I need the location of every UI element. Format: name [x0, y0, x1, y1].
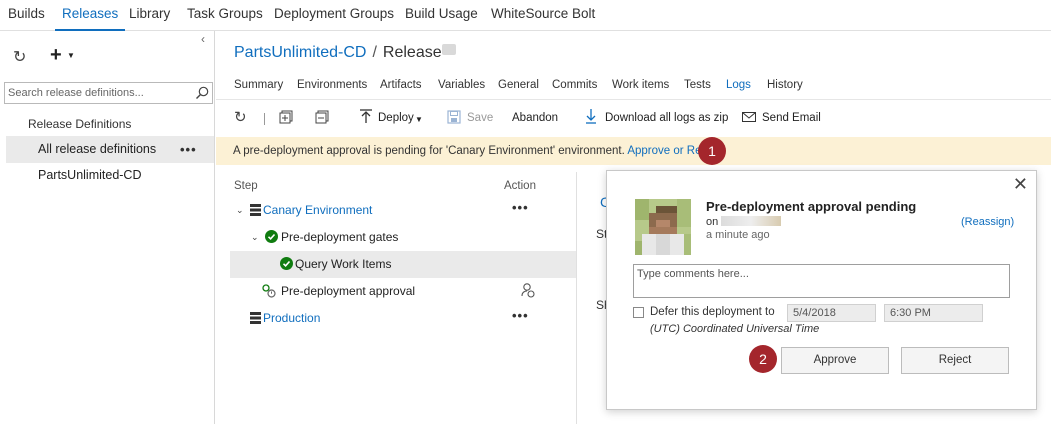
- download-icon[interactable]: [585, 108, 597, 124]
- step-label[interactable]: Production: [263, 311, 320, 325]
- chevron-down-icon[interactable]: ⌄: [251, 232, 259, 243]
- top-nav: Builds Releases Library Task Groups Depl…: [0, 0, 1051, 31]
- defer-label: Defer this deployment to: [650, 306, 775, 318]
- step-production[interactable]: Production •••: [230, 305, 577, 332]
- email-icon[interactable]: [742, 112, 756, 122]
- tab-build-usage[interactable]: Build Usage: [405, 0, 478, 31]
- step-canary-environment[interactable]: ⌄ Canary Environment •••: [230, 197, 577, 224]
- definition-link[interactable]: PartsUnlimited-CD: [234, 44, 366, 61]
- approver-icon[interactable]: [521, 283, 535, 298]
- dialog-title: Pre-deployment approval pending: [706, 199, 917, 214]
- chevron-down-icon[interactable]: ▼: [415, 115, 423, 124]
- request-time: a minute ago: [706, 229, 770, 241]
- approval-dialog: ✕ Pre-deployment approval pending on a m…: [606, 170, 1037, 410]
- tab-whitesource-bolt[interactable]: WhiteSource Bolt: [491, 0, 595, 31]
- defer-time-field[interactable]: 6:30 PM: [884, 304, 983, 322]
- banner-text: A pre-deployment approval is pending for…: [233, 145, 625, 157]
- tab-deployment-groups[interactable]: Deployment Groups: [274, 0, 394, 31]
- tab-general[interactable]: General: [498, 79, 539, 91]
- environment-icon: [250, 312, 261, 324]
- tab-task-groups[interactable]: Task Groups: [187, 0, 263, 31]
- search-definitions-box: [4, 82, 213, 104]
- refresh-icon[interactable]: ↻: [234, 108, 247, 126]
- step-column-header: Step: [234, 180, 258, 192]
- reassign-link[interactable]: (Reassign): [961, 216, 1014, 228]
- tab-environments[interactable]: Environments: [297, 79, 367, 91]
- breadcrumb-separator: /: [372, 44, 377, 61]
- step-pre-deployment-approval[interactable]: Pre-deployment approval: [230, 278, 577, 305]
- save-icon: [447, 110, 461, 124]
- approve-button[interactable]: Approve: [781, 347, 889, 374]
- success-check-icon: [265, 230, 278, 243]
- release-number-redacted: [441, 44, 456, 55]
- success-check-icon: [280, 257, 293, 270]
- breadcrumb: PartsUnlimited-CD / Release: [234, 44, 456, 62]
- action-column-header: Action: [504, 180, 536, 192]
- chevron-down-icon[interactable]: ▼: [67, 51, 75, 60]
- more-options-icon[interactable]: •••: [180, 142, 197, 157]
- abandon-button[interactable]: Abandon: [512, 112, 558, 124]
- reject-button[interactable]: Reject: [901, 347, 1009, 374]
- approver-name-redacted: [721, 216, 782, 226]
- step-label: Pre-deployment approval: [281, 284, 416, 298]
- send-email-button[interactable]: Send Email: [762, 112, 821, 124]
- release-toolbar: ↻ Deploy ▼ Save Abandon Download all log…: [216, 104, 1051, 134]
- tab-releases[interactable]: Releases: [55, 0, 126, 31]
- tab-variables[interactable]: Variables: [438, 79, 485, 91]
- tab-artifacts[interactable]: Artifacts: [380, 79, 422, 91]
- step-pre-deployment-gates[interactable]: ⌄ Pre-deployment gates: [230, 224, 577, 251]
- more-options-icon[interactable]: •••: [512, 308, 529, 323]
- pending-approval-icon: [262, 284, 276, 298]
- callout-badge: 1: [698, 137, 726, 165]
- tab-library[interactable]: Library: [129, 0, 170, 31]
- step-query-work-items[interactable]: Query Work Items: [230, 251, 577, 278]
- download-logs-button[interactable]: Download all logs as zip: [605, 112, 728, 124]
- avatar: [635, 199, 691, 255]
- expand-all-icon[interactable]: [279, 110, 293, 124]
- chevron-down-icon[interactable]: ⌄: [236, 205, 244, 216]
- tab-history[interactable]: History: [767, 79, 803, 91]
- tab-work-items[interactable]: Work items: [612, 79, 669, 91]
- step-label[interactable]: Canary Environment: [263, 203, 372, 217]
- refresh-icon[interactable]: ↻: [13, 47, 26, 67]
- more-options-icon[interactable]: •••: [512, 200, 529, 215]
- release-name: Release: [382, 44, 442, 61]
- release-tabs: Summary Environments Artifacts Variables…: [216, 73, 1051, 100]
- defer-date-field[interactable]: 5/4/2018: [787, 304, 876, 322]
- collapse-all-icon[interactable]: [315, 110, 329, 124]
- tab-logs[interactable]: Logs: [726, 79, 751, 91]
- deploy-button[interactable]: Deploy: [378, 112, 414, 124]
- search-input[interactable]: [5, 83, 185, 103]
- tab-builds[interactable]: Builds: [8, 0, 45, 31]
- search-icon[interactable]: [195, 86, 209, 100]
- add-definition-icon[interactable]: +: [50, 44, 62, 67]
- callout-badge: 2: [749, 345, 777, 373]
- step-label: Pre-deployment gates: [281, 230, 399, 244]
- sidebar-item-partsunlimited-cd[interactable]: PartsUnlimited-CD: [6, 162, 214, 189]
- toolbar-divider: [264, 113, 265, 125]
- tab-summary[interactable]: Summary: [234, 79, 283, 91]
- collapse-panel-icon[interactable]: ‹: [201, 32, 205, 46]
- section-title: Release Definitions: [28, 117, 132, 131]
- deploy-icon[interactable]: [359, 108, 373, 124]
- defer-checkbox[interactable]: [633, 307, 644, 318]
- on-prefix: on: [706, 216, 719, 228]
- approver-line: on: [706, 216, 782, 228]
- close-icon[interactable]: ✕: [1013, 174, 1028, 195]
- tab-commits[interactable]: Commits: [552, 79, 597, 91]
- timezone-label: (UTC) Coordinated Universal Time: [650, 323, 820, 335]
- save-button[interactable]: Save: [467, 112, 493, 124]
- tab-tests[interactable]: Tests: [684, 79, 711, 91]
- approval-banner: A pre-deployment approval is pending for…: [216, 137, 1051, 165]
- banner-message: A pre-deployment approval is pending for…: [233, 145, 719, 157]
- pane-divider: [576, 172, 577, 424]
- sidebar-item-label: PartsUnlimited-CD: [38, 168, 142, 182]
- sidebar-item-label: All release definitions: [38, 142, 157, 156]
- step-label: Query Work Items: [295, 257, 392, 271]
- comments-box: [633, 264, 1010, 298]
- comments-field[interactable]: [634, 265, 1009, 297]
- environment-icon: [250, 204, 261, 216]
